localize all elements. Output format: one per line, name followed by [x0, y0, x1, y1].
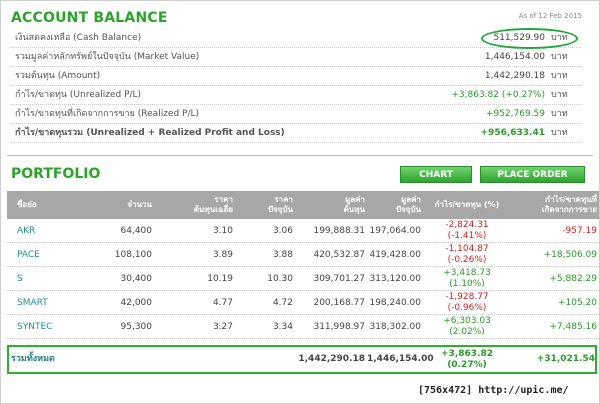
- realized-pl-cell: -957.19: [562, 226, 597, 236]
- volume-cell: 108,100: [114, 250, 152, 260]
- unrealized-pl-cell: +6,303.03 (2.02%): [443, 316, 491, 337]
- total-realized-pl: +31,021.54: [536, 354, 595, 364]
- total-market-value: 1,446,154.00: [367, 354, 434, 364]
- unrealized-pl-cell: -1,928.77 (-0.96%): [445, 292, 489, 313]
- unrealized-pl-cell: -2,824.31 (-1.41%): [445, 220, 489, 241]
- volume-cell: 42,000: [120, 298, 153, 308]
- amount-cell: 200,168.77: [313, 298, 365, 308]
- amount-cell: 199,888.31: [313, 226, 365, 236]
- amount-cell: 309,701.27: [313, 274, 365, 284]
- place-order-button[interactable]: PLACE ORDER: [480, 166, 585, 183]
- volume-cell: 64,400: [120, 226, 153, 236]
- market-price-cell: 3.34: [272, 322, 293, 332]
- table-row[interactable]: AKR 64,400 3.10 3.06 199,888.31 197,064.…: [7, 219, 599, 243]
- avg-cost-cell: 10.19: [207, 274, 233, 284]
- total-unrealized-pl: +3,863.82 (0.27%): [441, 348, 493, 370]
- total-pl-value: +956,633.41: [480, 128, 545, 138]
- unrealized-pl-row: กำไร/ขาดทุน (Unrealized P/L) +3,863.82 (…: [11, 86, 581, 105]
- col-market-price[interactable]: ราคา ปัจจุบัน: [237, 191, 293, 219]
- realized-pl-value: +952,769.59: [485, 109, 545, 119]
- realized-pl-row: กำไร/ขาดทุนที่เกิดจากการขาย (Realized P/…: [11, 105, 581, 124]
- table-row[interactable]: S 30,400 10.19 10.30 309,701.27 313,120.…: [7, 267, 599, 291]
- market-value-row: รวมมูลค่าหลักทรัพย์ในปัจจุบัน (Market Va…: [11, 48, 581, 67]
- unrealized-pl-label: กำไร/ขาดทุน (Unrealized P/L): [15, 90, 142, 100]
- realized-pl-label: กำไร/ขาดทุนที่เกิดจากการขาย (Realized P/…: [15, 109, 200, 119]
- amount-value: 1,442,290.18: [484, 71, 545, 81]
- cash-balance-label: เงินสดคงเหลือ (Cash Balance): [15, 33, 142, 43]
- market-price-cell: 4.72: [272, 298, 293, 308]
- chart-button[interactable]: CHART: [400, 166, 472, 183]
- portfolio-table-header: ชื่อย่อ จำนวน ราคา ต้นทุนเฉลี่ย ราคา ปัจ…: [7, 191, 599, 219]
- col-unrealized-pl[interactable]: กำไร/ขาดทุน (%): [421, 191, 513, 219]
- unrealized-pl-value: +3,863.82 (+0.27%): [451, 90, 545, 100]
- account-balance-title: ACCOUNT BALANCE: [11, 10, 168, 26]
- portfolio-title: PORTFOLIO: [11, 166, 101, 182]
- avg-cost-cell: 3.10: [212, 226, 233, 236]
- col-market-value[interactable]: มูลค่า ปัจจุบัน: [367, 191, 421, 219]
- currency-label: บาท: [551, 90, 568, 100]
- realized-pl-cell: +7,485.16: [549, 322, 597, 332]
- unrealized-pl-cell: -1,104.87 (-0.26%): [445, 244, 489, 265]
- table-row[interactable]: PACE 108,100 3.89 3.88 420,532.87 419,42…: [7, 243, 599, 267]
- market-price-cell: 3.88: [272, 250, 293, 260]
- symbol-link[interactable]: S: [17, 267, 77, 291]
- realized-pl-cell: +18,506.09: [543, 250, 597, 260]
- portfolio-total-row: รวมทั้งหมด 1,442,290.18 1,446,154.00 +3,…: [7, 345, 597, 374]
- col-realized-pl[interactable]: กำไร/ขาดทุนที่ เกิดจากการขาย: [517, 191, 597, 219]
- currency-label: บาท: [551, 71, 568, 81]
- currency-label: บาท: [551, 128, 568, 138]
- total-amount: 1,442,290.18: [298, 354, 365, 364]
- market-value-cell: 197,064.00: [369, 226, 421, 236]
- total-pl-label: กำไร/ขาดทุนรวม (Unrealized + Realized Pr…: [15, 128, 285, 138]
- realized-pl-cell: +105.20: [557, 298, 597, 308]
- market-value-cell: 318,302.00: [369, 322, 421, 332]
- symbol-link[interactable]: PACE: [17, 243, 77, 267]
- col-symbol[interactable]: ชื่อย่อ: [17, 191, 77, 219]
- market-price-cell: 3.06: [272, 226, 293, 236]
- market-value-cell: 198,240.00: [369, 298, 421, 308]
- avg-cost-cell: 3.89: [212, 250, 233, 260]
- currency-label: บาท: [551, 109, 568, 119]
- volume-cell: 30,400: [120, 274, 153, 284]
- table-row[interactable]: SYNTEC 95,300 3.27 3.34 311,998.97 318,3…: [7, 315, 599, 339]
- section-divider: [7, 155, 593, 156]
- symbol-link[interactable]: AKR: [17, 219, 77, 243]
- realized-pl-cell: +5,882.29: [549, 274, 597, 284]
- market-price-cell: 10.30: [267, 274, 293, 284]
- image-watermark: [756x472] http://upic.me/: [418, 385, 569, 396]
- symbol-link[interactable]: SMART: [17, 291, 77, 315]
- cash-balance-highlight-circle: [481, 28, 578, 49]
- volume-cell: 95,300: [120, 322, 153, 332]
- currency-label: บาท: [551, 52, 568, 62]
- amount-cell: 311,998.97: [313, 322, 365, 332]
- amount-label: รวมต้นทุน (Amount): [15, 71, 101, 81]
- market-value-cell: 313,120.00: [369, 274, 421, 284]
- total-pl-row: กำไร/ขาดทุนรวม (Unrealized + Realized Pr…: [11, 124, 581, 143]
- market-value-label: รวมมูลค่าหลักทรัพย์ในปัจจุบัน (Market Va…: [15, 52, 200, 62]
- unrealized-pl-cell: +3,418.73 (1.10%): [443, 268, 491, 289]
- symbol-link[interactable]: SYNTEC: [17, 315, 77, 339]
- amount-cell: 420,532.87: [313, 250, 365, 260]
- market-value-cell: 419,428.00: [369, 250, 421, 260]
- avg-cost-cell: 3.27: [212, 322, 233, 332]
- col-volume[interactable]: จำนวน: [92, 191, 152, 219]
- col-amount[interactable]: มูลค่า ต้นทุน: [297, 191, 365, 219]
- avg-cost-cell: 4.77: [212, 298, 233, 308]
- market-value-value: 1,446,154.00: [484, 52, 545, 62]
- table-row[interactable]: SMART 42,000 4.77 4.72 200,168.77 198,24…: [7, 291, 599, 315]
- total-label: รวมทั้งหมด: [11, 354, 55, 364]
- col-avg-cost[interactable]: ราคา ต้นทุนเฉลี่ย: [167, 191, 233, 219]
- amount-row: รวมต้นทุน (Amount) 1,442,290.18 บาท: [11, 67, 581, 86]
- as-of-date: As of 12 Feb 2015: [518, 12, 582, 20]
